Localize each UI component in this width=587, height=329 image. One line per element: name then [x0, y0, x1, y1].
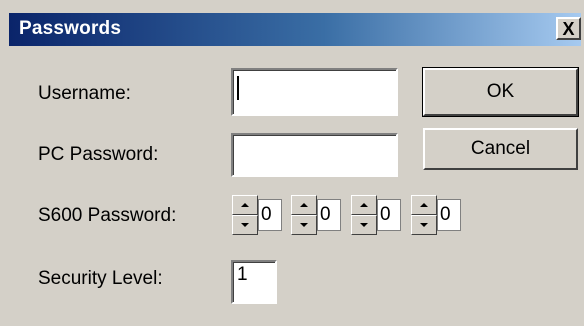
arrow-down-icon — [420, 223, 428, 227]
s600-digit-3-spinner[interactable]: 0 — [351, 195, 405, 235]
spin-up-button[interactable] — [411, 195, 437, 215]
s600-digit-2-value[interactable]: 0 — [317, 199, 341, 231]
s600-digit-4-value[interactable]: 0 — [437, 199, 461, 231]
arrow-up-icon — [360, 203, 368, 207]
s600-digit-4-spinner[interactable]: 0 — [411, 195, 465, 235]
arrow-down-icon — [300, 223, 308, 227]
s600-digit-3-value[interactable]: 0 — [377, 199, 401, 231]
s600-digit-2-spinner[interactable]: 0 — [291, 195, 345, 235]
close-button[interactable]: X — [556, 17, 581, 40]
text-caret — [237, 76, 239, 100]
window-title: Passwords — [19, 18, 122, 39]
username-label: Username: — [38, 83, 131, 104]
username-input[interactable] — [231, 68, 398, 116]
ok-button[interactable]: OK — [422, 67, 579, 117]
arrow-up-icon — [300, 203, 308, 207]
passwords-dialog: Passwords X Username: PC Password: OK Ca… — [0, 0, 587, 329]
s600-digit-1-spinner[interactable]: 0 — [232, 195, 286, 235]
spin-up-button[interactable] — [232, 195, 258, 215]
spin-down-button[interactable] — [232, 215, 258, 235]
close-icon: X — [562, 18, 575, 39]
pc-password-input[interactable] — [231, 133, 398, 177]
spin-down-button[interactable] — [411, 215, 437, 235]
arrow-down-icon — [360, 223, 368, 227]
title-bar[interactable]: Passwords X — [9, 13, 581, 46]
security-level-input[interactable]: 1 — [231, 260, 277, 304]
arrow-down-icon — [241, 223, 249, 227]
arrow-up-icon — [241, 203, 249, 207]
spin-down-button[interactable] — [291, 215, 317, 235]
s600-digit-1-value[interactable]: 0 — [258, 199, 282, 231]
spin-up-button[interactable] — [291, 195, 317, 215]
cancel-button[interactable]: Cancel — [423, 128, 578, 170]
s600-password-label: S600 Password: — [38, 205, 177, 226]
pc-password-label: PC Password: — [38, 144, 159, 165]
arrow-up-icon — [420, 203, 428, 207]
spin-down-button[interactable] — [351, 215, 377, 235]
spin-up-button[interactable] — [351, 195, 377, 215]
security-level-label: Security Level: — [38, 268, 163, 289]
